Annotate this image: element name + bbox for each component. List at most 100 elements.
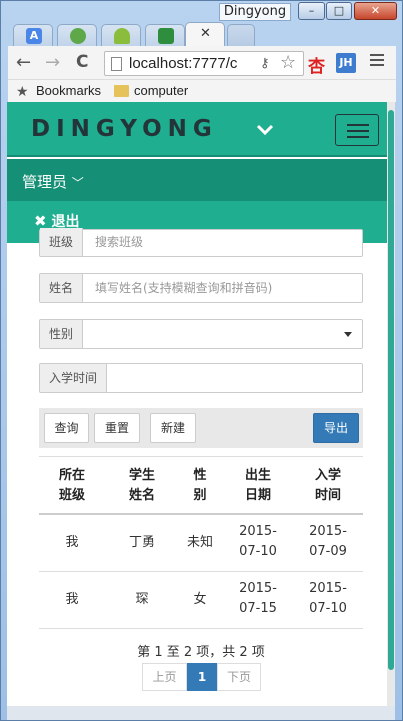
header-name-line1: 学生	[128, 468, 155, 483]
header-divider	[39, 513, 363, 515]
create-button[interactable]: 新建	[150, 413, 196, 443]
query-button[interactable]: 查询	[44, 413, 89, 443]
cell-class: 我	[65, 535, 79, 550]
cell-enroll-line1: 2015-	[309, 524, 347, 539]
back-icon[interactable]: ←	[16, 52, 31, 73]
class-label: 班级	[40, 228, 84, 256]
header-birth-line1: 出生	[244, 468, 271, 483]
close-tab-icon[interactable]: ✕	[200, 26, 211, 41]
close-window-button[interactable]: ✕	[354, 2, 397, 20]
gender-select-group: 性别	[39, 319, 363, 349]
tab-current[interactable]: ✕	[185, 22, 225, 46]
header-class[interactable]: 所在 班级	[49, 466, 95, 506]
header-gender-line2: 别	[193, 488, 207, 503]
page-viewport: DINGYONG 管理员 ﹀ ✖ 退出 班级 搜索班级 姓名 填写姓名(支持模糊…	[7, 102, 387, 706]
cell-class: 我	[65, 592, 79, 607]
header-gender[interactable]: 性 别	[186, 466, 214, 506]
header-class-line2: 班级	[58, 488, 85, 503]
cell-birth-line2: 07-10	[239, 544, 277, 559]
reload-icon[interactable]: C	[76, 52, 88, 72]
table-top-border	[39, 456, 363, 457]
android-icon	[114, 28, 130, 44]
gender-label: 性别	[40, 320, 84, 348]
header-birth-line2: 日期	[244, 488, 271, 503]
reset-button[interactable]: 重置	[94, 413, 140, 443]
name-search-group: 姓名 填写姓名(支持模糊查询和拼音码)	[39, 273, 363, 303]
new-tab-button[interactable]	[227, 24, 255, 46]
cell-enroll-date: 2015- 07-10	[305, 579, 351, 619]
minimize-button[interactable]: –	[298, 2, 325, 20]
chevron-down-icon[interactable]	[255, 120, 275, 140]
chrome-menu-icon[interactable]	[370, 54, 384, 69]
bookmark-star-icon[interactable]: ☆	[280, 52, 296, 73]
table-bottom-border	[39, 628, 363, 629]
cell-gender: 未知	[186, 535, 213, 550]
row-divider	[39, 571, 363, 572]
cell-birth-date: 2015- 07-15	[235, 579, 281, 619]
cell-name: 丁勇	[128, 535, 155, 550]
cell-enroll-line2: 07-10	[309, 601, 347, 616]
cell-birth-line1: 2015-	[239, 524, 277, 539]
cell-birth-line2: 07-15	[239, 601, 277, 616]
tab-translate[interactable]: A	[13, 24, 53, 46]
evernote-icon	[158, 28, 174, 44]
title-bar: Dingyong – □ ✕	[1, 1, 402, 23]
header-enroll-line1: 入学	[314, 468, 341, 483]
header-name[interactable]: 学生 姓名	[119, 466, 165, 506]
scrollbar-thumb[interactable]	[388, 110, 394, 670]
bookmarks-star-icon: ★	[16, 83, 29, 99]
bookmarks-bar: ★ Bookmarks computer	[8, 80, 396, 103]
header-gender-line1: 性	[193, 468, 207, 483]
tab-android[interactable]	[101, 24, 141, 46]
page-1-button[interactable]: 1	[187, 663, 217, 691]
header-class-line1: 所在	[58, 468, 85, 483]
enroll-date-label: 入学时间	[40, 364, 108, 392]
tab-evernote[interactable]	[145, 24, 185, 46]
action-bar: 查询 重置 新建 导出	[39, 408, 363, 448]
cell-gender: 女	[193, 592, 207, 607]
site-navbar: DINGYONG	[7, 102, 387, 157]
tab-leaf[interactable]	[57, 24, 97, 46]
cell-birth-date: 2015- 07-10	[235, 522, 281, 562]
prev-page-button[interactable]: 上页	[142, 663, 187, 691]
name-search-input[interactable]: 填写姓名(支持模糊查询和拼音码)	[95, 274, 272, 302]
translate-icon: A	[26, 28, 42, 44]
url-text: localhost:7777/c	[129, 55, 238, 72]
export-button[interactable]: 导出	[313, 413, 359, 443]
admin-label: 管理员	[22, 173, 68, 191]
cell-enroll-line1: 2015-	[309, 581, 347, 596]
maximize-button[interactable]: □	[326, 2, 352, 20]
bookmark-folder-computer[interactable]: computer	[134, 83, 188, 98]
pagination-info: 第 1 至 2 项，共 2 项	[137, 645, 265, 660]
extension-jh-icon[interactable]: JH	[336, 53, 356, 73]
leaf-icon	[70, 28, 86, 44]
window-bottom-edge	[7, 706, 395, 720]
class-search-group: 班级 搜索班级	[39, 228, 363, 257]
header-birth-date[interactable]: 出生 日期	[235, 466, 281, 506]
extension-apricot-icon[interactable]: 杏	[308, 52, 325, 77]
class-search-input[interactable]: 搜索班级	[95, 228, 143, 256]
folder-icon	[114, 85, 129, 97]
header-enroll-date[interactable]: 入学 时间	[305, 466, 351, 506]
forward-icon[interactable]: →	[45, 52, 60, 73]
next-page-button[interactable]: 下页	[217, 663, 261, 691]
bookmarks-label[interactable]: Bookmarks	[36, 83, 101, 98]
page-icon	[111, 57, 122, 71]
admin-menu-bar: 管理员 ﹀	[7, 159, 387, 201]
brand-logo[interactable]: DINGYONG	[31, 116, 218, 142]
name-label: 姓名	[40, 274, 84, 302]
cell-name: 琛	[135, 592, 149, 607]
header-enroll-line2: 时间	[314, 488, 341, 503]
cell-enroll-date: 2015- 07-09	[305, 522, 351, 562]
tab-strip: A ✕	[13, 22, 403, 46]
chevron-down-icon: ﹀	[71, 176, 84, 190]
caret-down-icon[interactable]	[344, 332, 352, 337]
key-icon[interactable]: ⚷	[260, 56, 270, 71]
browser-toolbar: ← → C localhost:7777/c ⚷ ☆ 杏 JH	[8, 46, 396, 80]
admin-dropdown[interactable]: 管理员 ﹀	[22, 171, 84, 192]
navbar-toggle-button[interactable]	[335, 114, 379, 146]
cell-birth-line1: 2015-	[239, 581, 277, 596]
address-bar[interactable]: localhost:7777/c	[104, 51, 304, 76]
window-title: Dingyong	[219, 3, 291, 21]
cell-enroll-line2: 07-09	[309, 544, 347, 559]
